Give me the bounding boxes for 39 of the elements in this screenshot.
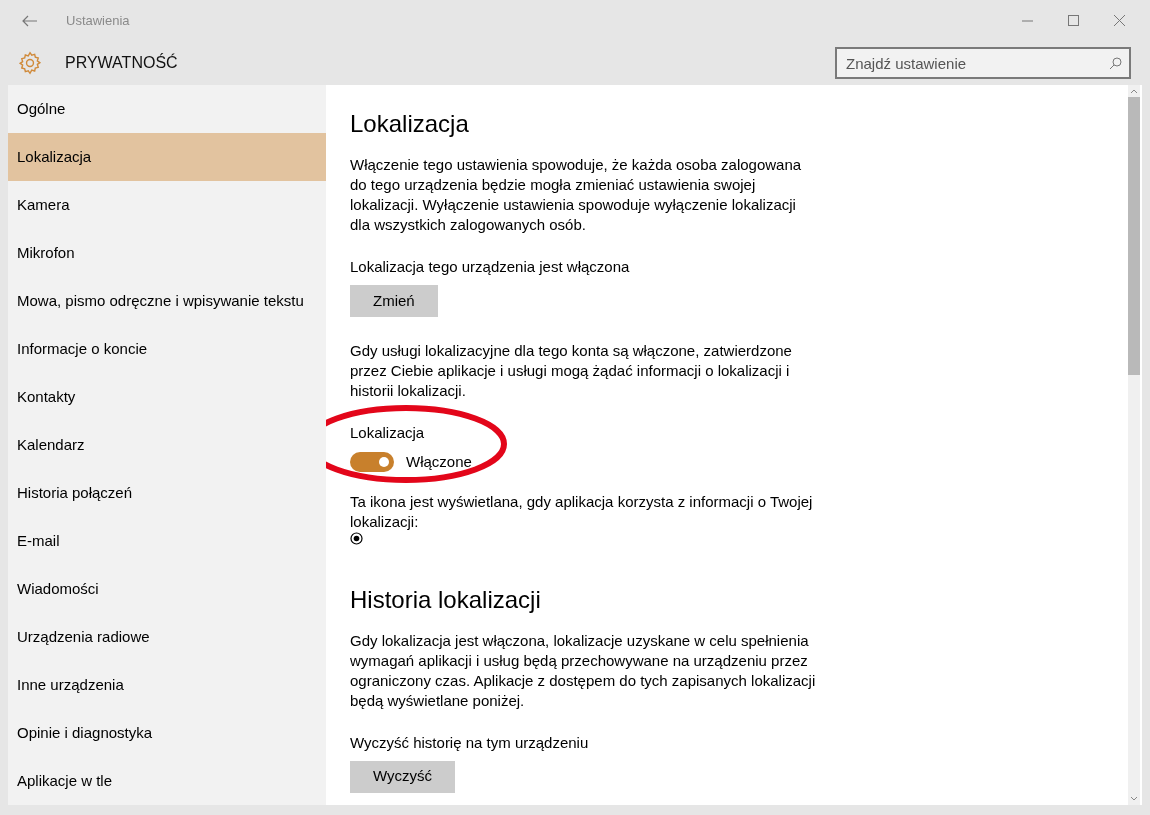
sidebar-item[interactable]: Ogólne [8, 85, 326, 133]
toggle-state-text: Włączone [406, 452, 472, 472]
sidebar-item[interactable]: Opinie i diagnostyka [8, 709, 326, 757]
description-text: Gdy usługi lokalizacyjne dla tego konta są włączone, zatwierdzone przez Ciebie aplikacje i usługi mogą żądać informacji o lokalizacji i historii lokalizacji. [350, 341, 793, 401]
location-indicator-icon [350, 531, 363, 545]
scrollbar[interactable] [1128, 85, 1140, 805]
maximize-icon [1067, 15, 1079, 26]
toggle-switch[interactable] [350, 452, 394, 473]
toggle-label: Lokalizacja [350, 423, 425, 443]
sidebar-item[interactable]: Inne urządzenia [8, 661, 326, 709]
sidebar-item[interactable]: Lokalizacja [8, 133, 326, 181]
sidebar-item[interactable]: Kamera [8, 181, 326, 229]
sidebar-item[interactable]: E-mail [8, 517, 326, 565]
description-text: Włączenie tego ustawienia spowoduje, że każda osoba zalogowana do tego urządzenia będzie mogła zmieniać ustawienia swojej lokalizacji. Wyłączenie ustawienia spowoduje wyłączenie lokalizacji dla wszystkich zalogowanych osób. [350, 155, 803, 235]
sidebar-item[interactable]: Mowa, pismo odręczne i wpisywanie tekstu [8, 277, 326, 325]
sidebar-item[interactable]: Aplikacje w tle [8, 757, 326, 805]
sidebar-item[interactable]: Informacje o koncie [8, 325, 326, 373]
action-button[interactable]: Zmień [350, 285, 438, 317]
page-title: PRYWATNOŚĆ [65, 52, 178, 73]
back-arrow-icon [22, 14, 38, 27]
action-button[interactable]: Wyczyść [350, 760, 456, 793]
sidebar-item[interactable]: Wiadomości [8, 565, 326, 613]
sidebar-item[interactable]: Mikrofon [8, 229, 326, 277]
description-text: Gdy lokalizacja jest włączona, lokalizacje uzyskane w celu spełnienia wymagań aplikacji i usług będą przechowywane na urządzeniu przez ograniczony czas. Aplikacje z dostępem do tych zapisanych lokalizacji będą wyświetlane poniżej. [350, 630, 817, 711]
sidebar-item[interactable]: Kontakty [8, 373, 326, 421]
search-icon [1109, 57, 1122, 70]
search-field[interactable]: Znajdź ustawienie [835, 47, 1131, 79]
window-title: Ustawienia [66, 11, 130, 30]
minimize-icon [1021, 19, 1033, 22]
sidebar-item[interactable]: Kalendarz [8, 421, 326, 469]
sidebar-item[interactable]: Urządzenia radiowe [8, 613, 326, 661]
section-heading: Lokalizacja [350, 109, 469, 139]
status-text: Wyczyść historię na tym urządzeniu [350, 732, 589, 753]
close-icon [1113, 15, 1125, 26]
sidebar-item[interactable]: Historia połączeń [8, 469, 326, 517]
gear-icon [17, 50, 43, 76]
icon-note-text: Ta ikona jest wyświetlana, gdy aplikacja korzysta z informacji o Twojej lokalizacji: [350, 491, 814, 532]
section-heading: Historia lokalizacji [350, 584, 541, 615]
status-text: Lokalizacja tego urządzenia jest włączona [350, 257, 630, 277]
